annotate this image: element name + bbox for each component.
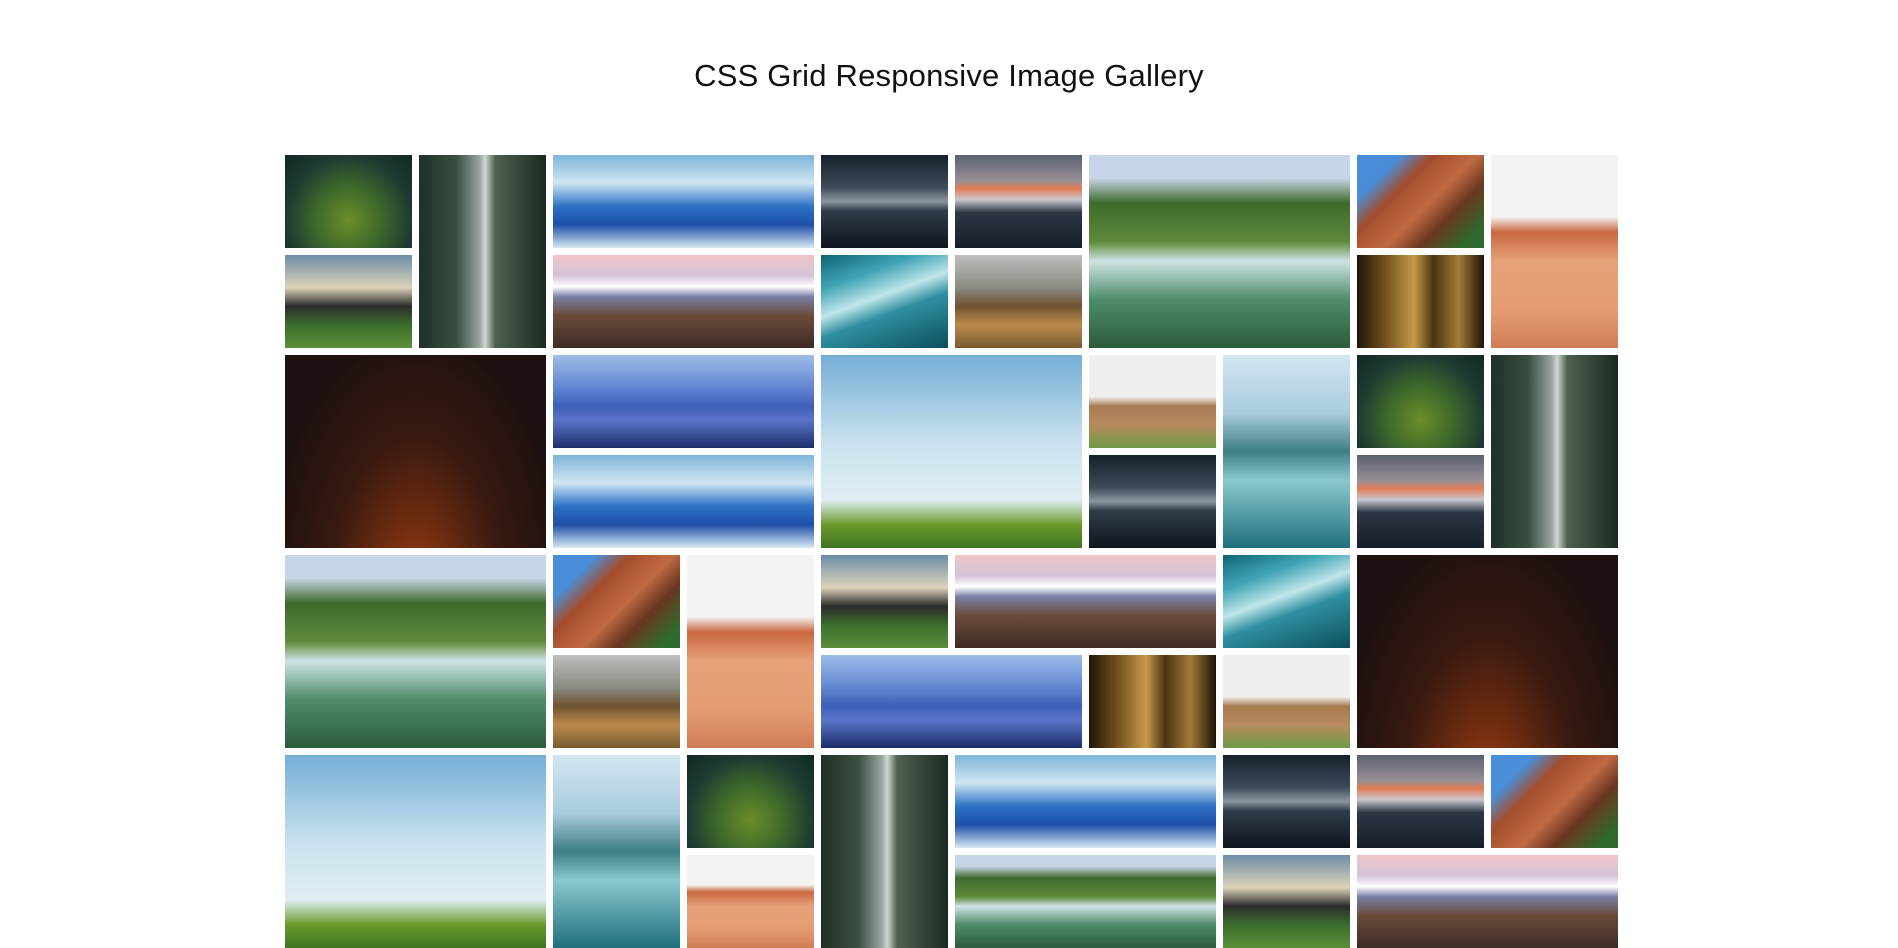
gallery-image-redrock[interactable]: [1491, 755, 1618, 848]
gallery-image-desert[interactable]: [687, 555, 814, 748]
gallery-image-rocks[interactable]: [821, 555, 948, 648]
gallery-image-desert[interactable]: [687, 855, 814, 948]
gallery-image-desert[interactable]: [1491, 155, 1618, 348]
gallery-image-rocks[interactable]: [285, 255, 412, 348]
gallery-image-redrock[interactable]: [1357, 155, 1484, 248]
gallery-image-river[interactable]: [1223, 555, 1350, 648]
gallery-image-forest[interactable]: [1357, 255, 1484, 348]
gallery-image-waterfall[interactable]: [821, 755, 948, 948]
gallery-image-peak[interactable]: [955, 155, 1082, 248]
gallery-image-tree[interactable]: [821, 355, 1082, 548]
gallery-image-peak[interactable]: [1357, 755, 1484, 848]
gallery-image-falls-green[interactable]: [955, 855, 1216, 948]
gallery-image-ridges[interactable]: [955, 555, 1216, 648]
gallery-image-lake-dark[interactable]: [821, 155, 948, 248]
gallery-image-ridges[interactable]: [553, 255, 814, 348]
page-title: CSS Grid Responsive Image Gallery: [694, 58, 1204, 93]
gallery-image-moss[interactable]: [687, 755, 814, 848]
gallery-image-redrock[interactable]: [553, 555, 680, 648]
gallery-image-blue-mtn[interactable]: [821, 655, 1082, 748]
gallery-image-hill[interactable]: [553, 655, 680, 748]
gallery-image-waterfall[interactable]: [419, 155, 546, 348]
gallery-image-fjord[interactable]: [553, 755, 680, 948]
gallery-image-moss[interactable]: [285, 155, 412, 248]
gallery-image-moss[interactable]: [1357, 355, 1484, 448]
gallery-image-tree[interactable]: [285, 755, 546, 948]
gallery-image-hill[interactable]: [955, 255, 1082, 348]
gallery-image-rocks[interactable]: [1223, 855, 1350, 948]
gallery-image-falls-green[interactable]: [1089, 155, 1350, 348]
gallery-image-field[interactable]: [1223, 655, 1350, 748]
image-gallery-grid: [285, 155, 1618, 948]
gallery-image-peak[interactable]: [1357, 455, 1484, 548]
gallery-image-night[interactable]: [285, 355, 546, 548]
gallery-image-clouds[interactable]: [553, 455, 814, 548]
gallery-image-fjord[interactable]: [1223, 355, 1350, 548]
gallery-image-forest[interactable]: [1089, 655, 1216, 748]
gallery-image-blue-mtn[interactable]: [553, 355, 814, 448]
gallery-image-waterfall[interactable]: [1491, 355, 1618, 548]
gallery-image-lake-dark[interactable]: [1089, 455, 1216, 548]
gallery-image-clouds[interactable]: [955, 755, 1216, 848]
gallery-image-lake-dark[interactable]: [1223, 755, 1350, 848]
gallery-image-clouds[interactable]: [553, 155, 814, 248]
gallery-image-falls-green[interactable]: [285, 555, 546, 748]
gallery-image-river[interactable]: [821, 255, 948, 348]
gallery-image-field[interactable]: [1089, 355, 1216, 448]
gallery-image-ridges[interactable]: [1357, 855, 1618, 948]
gallery-image-night[interactable]: [1357, 555, 1618, 748]
